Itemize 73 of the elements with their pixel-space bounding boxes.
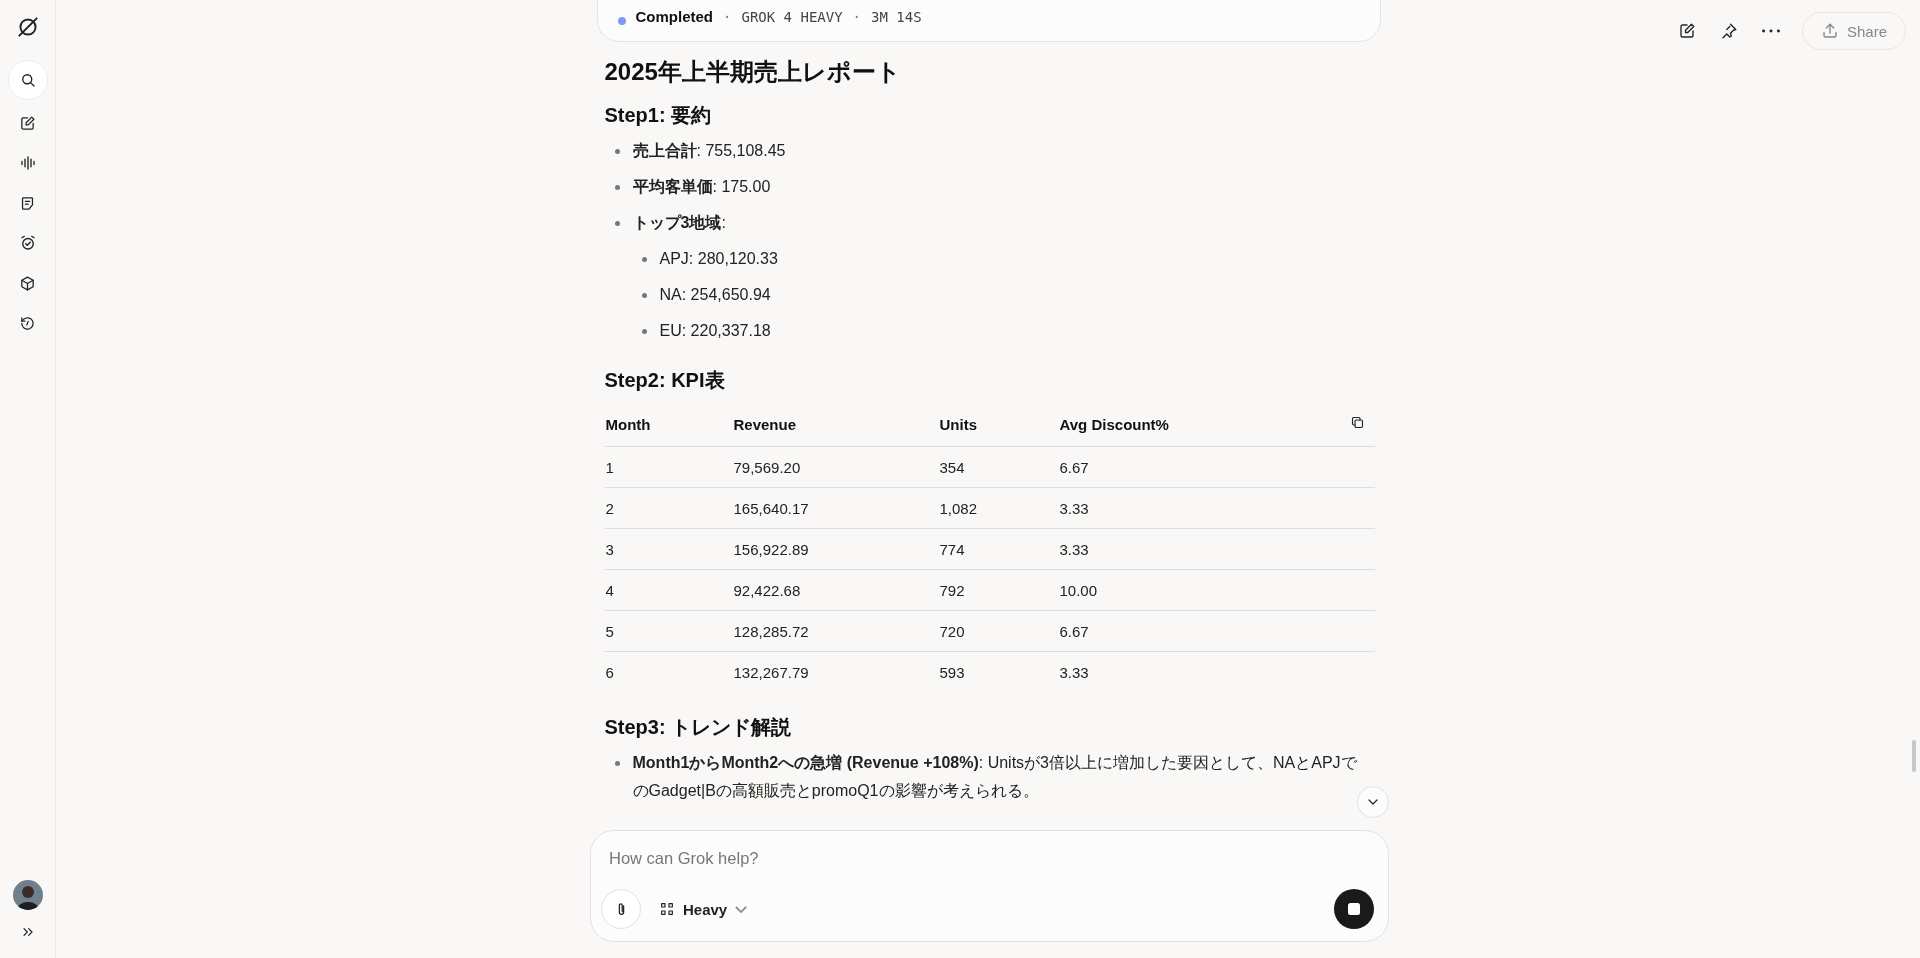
pin-icon — [1719, 22, 1738, 40]
bullet-text: トップ3地域: — [632, 214, 726, 231]
table-cell: 6.67 — [1059, 622, 1089, 640]
status-label: Completed — [635, 8, 713, 25]
alarm-clock-icon[interactable] — [18, 234, 37, 252]
duration: 3M 14S — [871, 9, 922, 25]
table-cell: 720 — [939, 622, 965, 640]
caret-icon — [735, 905, 748, 913]
bullet-text: NA: 254,650.94 — [659, 286, 771, 303]
history-icon[interactable] — [19, 314, 36, 332]
column-header: Units — [938, 402, 1059, 447]
table-cell: 4 — [605, 581, 614, 599]
column-header: Revenue — [732, 402, 939, 447]
section-heading: Step1: 要約 — [604, 103, 713, 128]
bullet-text: 売上合計: 755,108.45 — [632, 142, 786, 159]
table-cell: 1 — [605, 458, 614, 476]
upload-icon — [1820, 22, 1839, 40]
table-cell: 92,422.68 — [733, 581, 801, 599]
note-icon[interactable] — [19, 194, 36, 212]
table-cell: 79,569.20 — [733, 458, 801, 476]
bullet-icon — [641, 293, 647, 298]
stop-icon — [1347, 902, 1361, 916]
bullet-text: EU: 220,337.18 — [659, 322, 771, 339]
waveform-icon[interactable] — [18, 154, 37, 172]
separator-dot: · — [723, 9, 732, 25]
section-heading: Step2: KPI表 — [604, 368, 726, 393]
table-cell: 2 — [605, 499, 614, 517]
table-cell: 10.00 — [1059, 581, 1098, 599]
table-cell: 132,267.79 — [733, 663, 809, 681]
search-button[interactable] — [7, 60, 48, 100]
table-cell: 128,285.72 — [733, 622, 809, 640]
model-name: GROK 4 HEAVY — [741, 9, 843, 25]
table-cell: 593 — [939, 663, 965, 681]
table-cell: 354 — [939, 458, 965, 476]
section-heading: Step3: トレンド解説 — [604, 715, 793, 740]
bullet-text: APJ: 280,120.33 — [659, 250, 778, 267]
prompt-field[interactable]: How can Grok help? — [609, 845, 1374, 872]
table-cell: 3.33 — [1059, 540, 1089, 558]
table-cell: 165,640.17 — [733, 499, 809, 517]
table-cell: 5 — [605, 622, 614, 640]
bullet-icon — [641, 329, 647, 334]
status-dot — [617, 17, 626, 25]
table-cell: 3 — [605, 540, 614, 558]
table-cell: 774 — [939, 540, 965, 558]
bullet-text: Month1からMonth2への急増 (Revenue +108%): Unitsが3倍以上に増加した要因として、NAとAPJでのGadget|Bの高額販売とpromoQ1の影響が考えられる。 — [632, 754, 1357, 799]
bullet-text: 平均客単価: 175.00 — [632, 178, 771, 195]
table-cell: 6.67 — [1059, 458, 1089, 476]
table-cell: 792 — [939, 581, 965, 599]
bullet-icon — [614, 149, 620, 154]
mode-selector[interactable]: Heavy — [653, 899, 754, 919]
grid-icon — [659, 901, 675, 917]
table-cell: 3.33 — [1059, 499, 1089, 517]
column-header: Avg Discount% — [1058, 402, 1301, 447]
table-cell: 1,082 — [939, 499, 978, 517]
bullet-icon — [641, 257, 647, 262]
bullet-icon — [614, 761, 620, 766]
avatar[interactable] — [12, 880, 43, 910]
stop-button[interactable] — [1334, 889, 1374, 929]
column-header: Month — [604, 402, 733, 447]
table-cell: 3.33 — [1059, 663, 1089, 681]
cube-icon[interactable] — [19, 274, 36, 292]
table-cell: 156,922.89 — [733, 540, 809, 558]
edit-icon — [1677, 22, 1696, 40]
report-title: 2025年上半期売上レポート — [604, 57, 902, 87]
separator-dot: · — [852, 9, 862, 25]
table-cell: 6 — [605, 663, 614, 681]
more-icon — [1761, 29, 1780, 33]
copy-icon[interactable] — [1349, 415, 1365, 430]
more-button[interactable] — [1759, 27, 1782, 35]
bullet-icon — [614, 221, 620, 226]
edit-icon[interactable] — [19, 114, 36, 132]
bullet-icon — [614, 185, 620, 190]
attach-button[interactable] — [601, 889, 641, 929]
